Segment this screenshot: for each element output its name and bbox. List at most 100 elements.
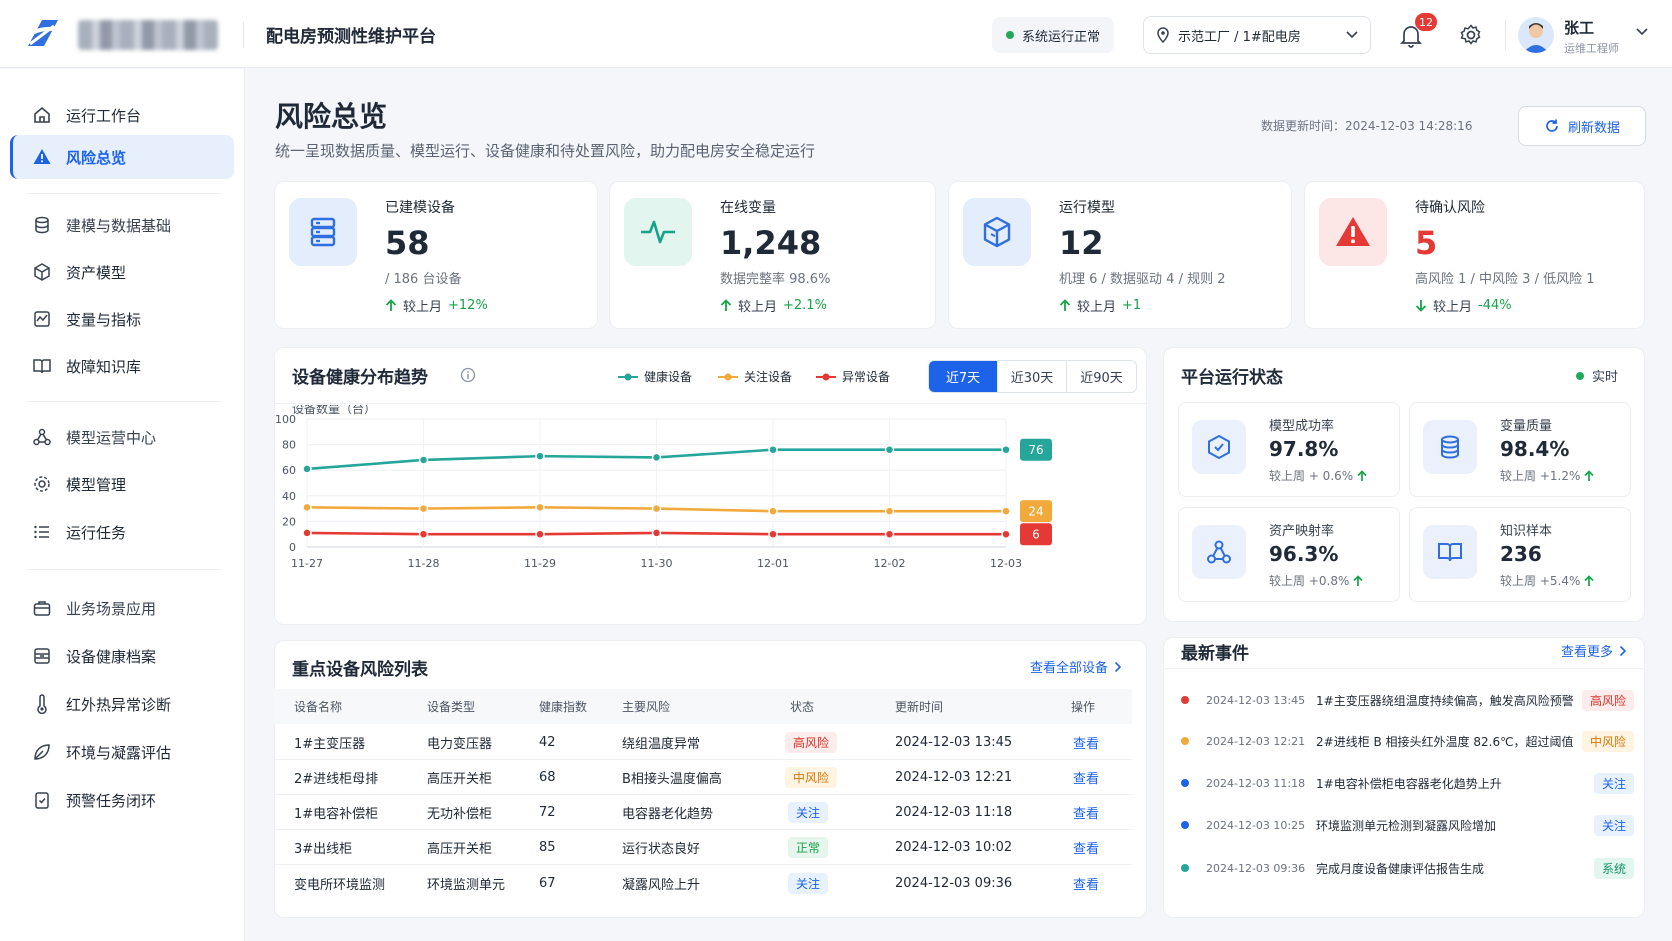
risk-table-title: 重点设备风险列表: [292, 660, 428, 680]
legend-item-watch[interactable]: 关注设备: [718, 368, 792, 385]
event-item[interactable]: 2024-12-03 12:21 2#进线柜 B 相接头红外温度 82.6℃，超…: [1176, 725, 1636, 757]
range-30d-button[interactable]: 近30天: [998, 361, 1067, 392]
sidebar-item-label: 运行工作台: [66, 106, 142, 125]
sidebar-item-workbench[interactable]: 运行工作台: [10, 93, 234, 137]
sidebar-item-variables[interactable]: 变量与指标: [10, 297, 234, 341]
kpi-trend-label: 较上月: [1077, 300, 1117, 315]
status-badge: 高风险: [785, 732, 838, 753]
event-time: 2024-12-03 09:36: [1206, 861, 1306, 875]
arrow-up-icon: [1584, 574, 1594, 586]
kpi-card-online-variables[interactable]: 在线变量 1,248 数据完整率 98.6% 较上月 +2.1%: [609, 181, 936, 329]
kpi-value: 58: [385, 224, 430, 262]
kpi-label: 已建模设备: [385, 200, 455, 216]
view-link[interactable]: 查看: [1073, 795, 1099, 830]
sidebar-item-run-tasks[interactable]: 运行任务: [10, 510, 234, 554]
view-link[interactable]: 查看: [1073, 725, 1099, 760]
health-score: 68: [539, 770, 556, 785]
table-row[interactable]: 1#主变压器 电力变压器 42 绕组温度异常 高风险 2024-12-03 13…: [274, 725, 1132, 760]
archive-icon: [34, 648, 50, 664]
status-icon-box: [1192, 525, 1246, 579]
sidebar-item-alert-loop[interactable]: 预警任务闭环: [10, 778, 234, 822]
event-item[interactable]: 2024-12-03 11:18 1#电容补偿柜电容器老化趋势上升 关注: [1176, 767, 1636, 799]
gear-icon[interactable]: [1459, 23, 1483, 47]
view-more-events-link[interactable]: 查看更多: [1561, 641, 1627, 660]
refresh-button[interactable]: 刷新数据: [1518, 106, 1646, 146]
device-type: 环境监测单元: [427, 878, 506, 893]
kpi-card-running-models[interactable]: 运行模型 12 机理 6 / 数据驱动 4 / 规则 2 较上月 +1: [948, 181, 1292, 329]
legend-item-healthy[interactable]: 健康设备: [618, 368, 692, 385]
app-title: 配电房预测性维护平台: [266, 27, 436, 47]
sidebar-item-health-archive[interactable]: 设备健康档案: [10, 634, 234, 678]
health-score: 42: [539, 735, 556, 750]
sidebar-item-model-management[interactable]: 模型管理: [10, 462, 234, 506]
y-tick-label: 0: [289, 541, 296, 554]
event-tag: 系统: [1593, 857, 1634, 879]
sidebar-group-model-ops[interactable]: 模型运营中心: [10, 415, 234, 459]
table-row[interactable]: 1#电容补偿柜 无功补偿柜 72 电容器老化趋势 关注 2024-12-03 1…: [274, 795, 1132, 830]
range-7d-button[interactable]: 近7天: [929, 361, 998, 392]
legend-label: 关注设备: [744, 370, 793, 384]
status-tile-asset-mapping[interactable]: 资产映射率 96.3% 较上周 +0.8%: [1178, 507, 1400, 602]
status-label: 模型成功率: [1269, 419, 1335, 434]
device-name: 变电所环境监测: [294, 878, 386, 893]
kpi-label: 在线变量: [720, 200, 776, 216]
x-tick-label: 11-30: [641, 557, 673, 570]
range-90d-button[interactable]: 近90天: [1067, 361, 1136, 392]
thermometer-icon: [37, 694, 47, 714]
sidebar-item-label: 故障知识库: [66, 357, 142, 376]
device-name: 2#进线柜母排: [294, 772, 379, 787]
info-icon[interactable]: [460, 367, 476, 383]
status-tile-knowledge-samples[interactable]: 知识样本 236 较上周 +5.4%: [1409, 507, 1631, 602]
brand-logo-icon[interactable]: [24, 16, 62, 52]
sidebar-item-environment[interactable]: 环境与凝露评估: [10, 730, 234, 774]
kpi-sub: 机理 6 / 数据驱动 4 / 规则 2: [1059, 272, 1226, 287]
y-tick-label: 40: [282, 490, 296, 503]
location-selector[interactable]: 示范工厂 / 1#配电房: [1143, 16, 1371, 54]
alert-triangle-icon: [1336, 217, 1370, 246]
status-tile-variable-quality[interactable]: 变量质量 98.4% 较上周 +1.2%: [1409, 402, 1631, 497]
kpi-card-modeled-devices[interactable]: 已建模设备 58 / 186 台设备 较上月 +12%: [274, 181, 598, 329]
page-subtitle: 统一呈现数据质量、模型运行、设备健康和待处置风险，助力配电房安全稳定运行: [275, 142, 816, 160]
sidebar-divider: [26, 193, 222, 194]
table-row[interactable]: 2#进线柜母排 高压开关柜 68 B相接头温度偏高 中风险 2024-12-03…: [274, 760, 1132, 795]
kpi-trend-value: +2.1%: [783, 298, 827, 313]
status-trend-text: 较上周 +5.4%: [1500, 574, 1581, 588]
server-icon: [310, 217, 336, 247]
sidebar-item-fault-knowledge[interactable]: 故障知识库: [10, 344, 234, 388]
sidebar-item-risk-overview[interactable]: 风险总览: [10, 135, 234, 179]
sidebar-item-label: 红外热异常诊断: [66, 695, 172, 714]
table-row[interactable]: 3#出线柜 高压开关柜 85 运行状态良好 正常 2024-12-03 10:0…: [274, 830, 1132, 865]
data-point: [535, 502, 545, 513]
event-tag: 关注: [1593, 814, 1634, 836]
y-tick-label: 100: [275, 413, 296, 426]
end-value-label: 6: [1032, 528, 1040, 542]
data-point: [302, 464, 312, 474]
view-link[interactable]: 查看: [1073, 866, 1099, 901]
view-all-devices-link[interactable]: 查看全部设备: [1030, 657, 1122, 676]
status-trend-text: 较上周 +1.2%: [1500, 469, 1581, 483]
view-link[interactable]: 查看: [1073, 760, 1099, 795]
sidebar-item-infrared[interactable]: 红外热异常诊断: [10, 682, 234, 726]
status-tile-model-success[interactable]: 模型成功率 97.8% 较上周 + 0.6%: [1178, 402, 1400, 497]
sidebar-item-asset-model[interactable]: 资产模型: [10, 250, 234, 294]
event-item[interactable]: 2024-12-03 09:36 完成月度设备健康评估报告生成 系统: [1176, 852, 1636, 884]
sidebar-group-scenarios[interactable]: 业务场景应用: [10, 586, 234, 630]
event-tag: 高风险: [1581, 689, 1634, 711]
sidebar-group-modeling-data[interactable]: 建模与数据基础: [10, 203, 234, 247]
sidebar-item-label: 预警任务闭环: [66, 791, 157, 810]
user-menu-chevron-icon[interactable]: [1636, 28, 1648, 36]
device-name: 1#主变压器: [294, 737, 366, 752]
table-row[interactable]: 变电所环境监测 环境监测单元 67 凝露风险上升 关注 2024-12-03 0…: [274, 866, 1132, 901]
kpi-trend-label: 较上月: [738, 300, 778, 315]
chevron-right-icon: [1619, 645, 1627, 656]
kpi-card-pending-risks[interactable]: 待确认风险 5 高风险 1 / 中风险 3 / 低风险 1 较上月 -44%: [1304, 181, 1645, 329]
event-item[interactable]: 2024-12-03 13:45 1#主变压器绕组温度持续偏高，触发高风险预警 …: [1176, 684, 1636, 716]
realtime-indicator: 实时: [1576, 366, 1618, 385]
column-header: 健康指数: [539, 700, 588, 714]
view-link[interactable]: 查看: [1073, 830, 1099, 865]
avatar[interactable]: [1518, 17, 1554, 53]
legend-item-abnormal[interactable]: 异常设备: [816, 368, 890, 385]
sidebar-divider: [26, 569, 222, 570]
health-score: 72: [539, 805, 556, 820]
event-item[interactable]: 2024-12-03 10:25 环境监测单元检测到凝露风险增加 关注: [1176, 809, 1636, 841]
